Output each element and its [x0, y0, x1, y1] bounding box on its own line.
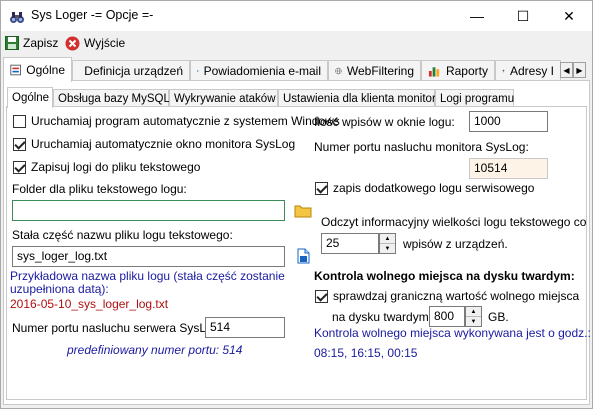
example-label-line1: Przykładowa nazwa pliku logu (stała częś…: [10, 269, 285, 283]
refresh-input[interactable]: 25: [321, 233, 379, 254]
disk-on-label: na dysku twardym:: [332, 310, 433, 324]
predefined-port-note: predefiniowany numer portu: 514: [67, 343, 243, 357]
chevron-left-icon: ◀: [563, 65, 570, 75]
globe-blue-icon: [197, 70, 199, 72]
stepper-down-icon[interactable]: ▼: [380, 244, 395, 253]
log-entries-label: Ilość wpisów w oknie logu:: [314, 115, 455, 129]
disk-check-label: sprawdzaj graniczną wartość wolnego miej…: [333, 289, 580, 303]
minimize-icon: —: [470, 8, 484, 24]
checkbox-box: [13, 137, 26, 151]
subtab-logi-programu[interactable]: Logi programu: [435, 89, 514, 107]
subtab-wykrywanie-atakow[interactable]: Wykrywanie ataków: [169, 89, 278, 107]
log-entries-input[interactable]: 1000: [469, 111, 548, 132]
auto-monitor-label: Uruchamiaj automatycznie okno monitora S…: [31, 137, 296, 151]
title-bar: Sys Loger -= Opcje =- — ☐ ✕: [1, 1, 592, 31]
pin-icon: [502, 69, 505, 73]
save-label: Zapisz: [23, 36, 59, 50]
service-log-checkbox[interactable]: zapis dodatkowego logu serwisowego: [315, 181, 534, 195]
constant-name-label: Stała część nazwu pliku logu tekstowego:: [12, 228, 233, 242]
minimize-button[interactable]: —: [454, 1, 500, 31]
tab-label: Raporty: [445, 64, 488, 78]
maximize-button[interactable]: ☐: [500, 1, 546, 31]
checkbox-box: [13, 160, 26, 174]
disk-threshold-input[interactable]: 800: [429, 306, 465, 327]
floppy-disk-icon: [5, 36, 19, 50]
refresh-stepper[interactable]: ▲ ▼: [379, 233, 396, 254]
checkbox-box: [315, 289, 328, 303]
tab-ogolne[interactable]: Ogólne: [3, 57, 72, 82]
tab-scroll-left-button[interactable]: ◀: [560, 62, 573, 78]
schedule-value: 08:15, 16:15, 00:15: [314, 346, 418, 360]
tab-label: Definicja urządzeń: [84, 64, 183, 78]
stepper-up-icon[interactable]: ▲: [380, 234, 395, 244]
toolbar: Zapisz Wyjście: [1, 31, 592, 55]
exit-icon: [65, 36, 80, 50]
exit-label: Wyjście: [84, 36, 126, 50]
subtab-mysql[interactable]: Obsługa bazy MySQL: [53, 89, 170, 107]
binoculars-icon: [10, 12, 24, 23]
tab-label: Powiadomienia e-mail: [203, 64, 321, 78]
tab-definicja-urzadzen[interactable]: Definicja urządzeń: [72, 60, 190, 81]
outer-tab-strip: Ogólne Definicja urządzeń Powiadomienia …: [1, 57, 592, 82]
example-filename: 2016-05-10_sys_loger_log.txt: [10, 297, 169, 311]
checkbox-box: [315, 181, 328, 195]
tab-scroll-right-button[interactable]: ▶: [573, 62, 586, 78]
monitor-port-input[interactable]: 10514: [469, 158, 548, 179]
server-port-input[interactable]: 514: [205, 317, 285, 338]
disk-header: Kontrola wolnego miejsca na dysku twardy…: [314, 269, 575, 283]
autostart-label: Uruchamiaj program automatycznie z syste…: [31, 114, 340, 128]
tab-powiadomienia-email[interactable]: Powiadomienia e-mail: [190, 60, 328, 81]
subtab-ogolne[interactable]: Ogólne: [7, 87, 53, 108]
close-icon: ✕: [563, 7, 575, 24]
window-title: Sys Loger -= Opcje =-: [31, 8, 154, 22]
refresh-label: Odczyt informacyjny wielkości logu tekst…: [321, 215, 587, 229]
disk-threshold-stepper[interactable]: ▲ ▼: [465, 306, 482, 327]
save-logs-checkbox[interactable]: Zapisuj logi do pliku tekstowego: [13, 160, 200, 174]
exit-button[interactable]: Wyjście: [65, 34, 125, 52]
disk-check-checkbox[interactable]: sprawdzaj graniczną wartość wolnego miej…: [315, 289, 579, 303]
maximize-icon: ☐: [516, 7, 530, 24]
globe-icon: [335, 67, 342, 75]
example-label-line2: uzupełniona datą):: [10, 282, 109, 296]
tab-scroll-buttons: ◀ ▶: [560, 62, 586, 78]
tab-label: WebFiltering: [346, 64, 414, 78]
folder-icon[interactable]: [294, 204, 312, 218]
autostart-checkbox[interactable]: Uruchamiaj program automatycznie z syste…: [13, 114, 340, 128]
disk-unit: GB.: [488, 310, 509, 324]
settings-page-icon: [10, 64, 21, 76]
save-logs-label: Zapisuj logi do pliku tekstowego: [31, 160, 201, 174]
subtab-label: Wykrywanie ataków: [174, 92, 276, 105]
refresh-suffix: wpisów z urządzeń.: [403, 237, 508, 251]
options-window: Sys Loger -= Opcje =- — ☐ ✕ Zapisz Wyjśc…: [0, 0, 593, 409]
stepper-down-icon[interactable]: ▼: [466, 317, 481, 326]
tab-webfiltering[interactable]: WebFiltering: [328, 60, 421, 81]
folder-label: Folder dla pliku tekstowego logu:: [12, 182, 187, 196]
subtab-ustawienia-klienta[interactable]: Ustawienia dla klienta monitora: [278, 89, 442, 107]
subtab-label: Logi programu: [440, 92, 515, 105]
server-port-label: Numer portu nasluchu serwera SysLog:: [12, 321, 223, 335]
tab-label: Ogólne: [26, 63, 65, 77]
stepper-up-icon[interactable]: ▲: [466, 307, 481, 317]
subtab-label: Ustawienia dla klienta monitora: [283, 92, 443, 105]
file-icon[interactable]: [297, 248, 310, 264]
tab-adresy[interactable]: Adresy I: [495, 60, 561, 81]
subtab-label: Obsługa bazy MySQL: [58, 92, 170, 105]
bar-chart-icon: [428, 67, 440, 77]
constant-name-input[interactable]: sys_loger_log.txt: [12, 246, 285, 267]
chevron-right-icon: ▶: [576, 65, 583, 75]
checkbox-box: [13, 114, 26, 128]
service-log-label: zapis dodatkowego logu serwisowego: [333, 181, 535, 195]
monitor-port-label: Numer portu nasluchu monitora SysLog:: [314, 140, 529, 154]
folder-input[interactable]: [12, 200, 285, 221]
tab-label: Adresy I: [509, 64, 554, 78]
auto-monitor-checkbox[interactable]: Uruchamiaj automatycznie okno monitora S…: [13, 137, 295, 151]
save-button[interactable]: Zapisz: [5, 34, 58, 52]
tab-raporty[interactable]: Raporty: [421, 60, 495, 81]
schedule-label: Kontrola wolnego miejsca wykonywana jest…: [314, 326, 591, 340]
subtab-label: Ogólne: [12, 92, 50, 104]
close-button[interactable]: ✕: [546, 1, 592, 31]
